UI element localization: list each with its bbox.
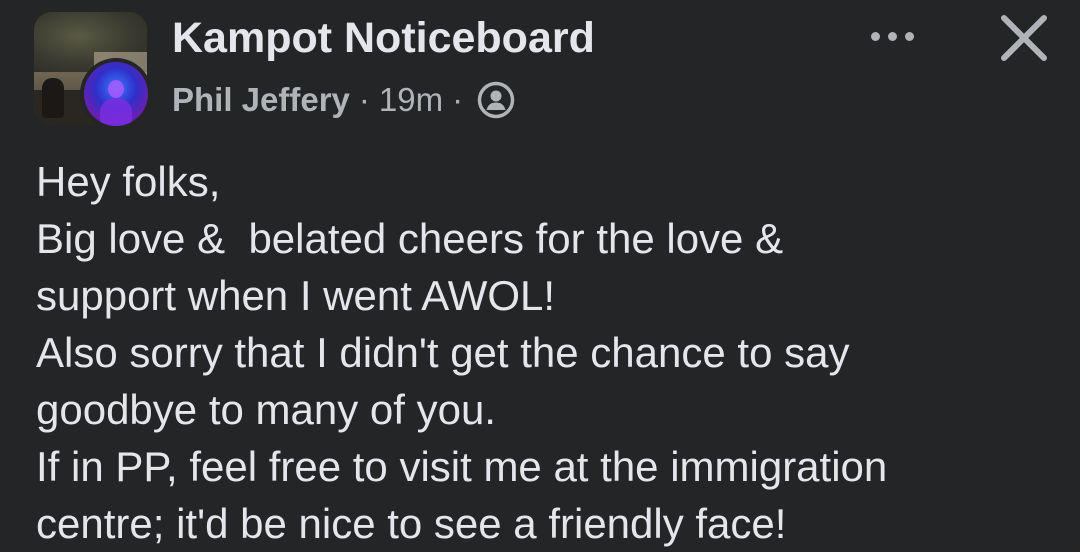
post-text-line: goodbye to many of you. [36, 386, 496, 433]
post-meta: Phil Jeffery · 19m · [172, 78, 516, 122]
post-header: Kampot Noticeboard Phil Jeffery · 19m · [0, 0, 1080, 140]
post-text-line: support when I went AWOL! [36, 272, 556, 319]
author-avatar[interactable] [80, 58, 152, 130]
group-avatar-figure [42, 78, 64, 118]
more-options-icon [870, 31, 880, 41]
author-name-link[interactable]: Phil Jeffery [172, 81, 350, 119]
post-text-line: Big love & belated cheers for the love & [36, 215, 784, 262]
post-text-line: Also sorry that I didn't get the chance … [36, 329, 850, 376]
post-text-line: Hey folks, [36, 158, 221, 205]
author-avatar-head [108, 80, 124, 98]
close-icon [1001, 15, 1047, 61]
author-avatar-photo [84, 62, 148, 126]
post-text-line: If in PP, feel free to visit me at the i… [36, 443, 888, 490]
meta-separator: · [358, 81, 370, 118]
audience-icon-svg [477, 81, 515, 119]
meta-separator: · [452, 81, 464, 118]
author-avatar-body [100, 98, 132, 126]
post-text: Hey folks, Big love & belated cheers for… [36, 153, 1076, 552]
public-members-icon[interactable] [476, 80, 516, 120]
post-timestamp[interactable]: 19m [379, 81, 443, 119]
group-name-link[interactable]: Kampot Noticeboard [172, 12, 595, 64]
more-options-button[interactable] [862, 20, 922, 52]
more-options-icon [904, 31, 914, 41]
post-text-line: centre; it'd be nice to see a friendly f… [36, 500, 787, 547]
more-options-icon [887, 31, 897, 41]
close-button[interactable] [996, 10, 1052, 66]
